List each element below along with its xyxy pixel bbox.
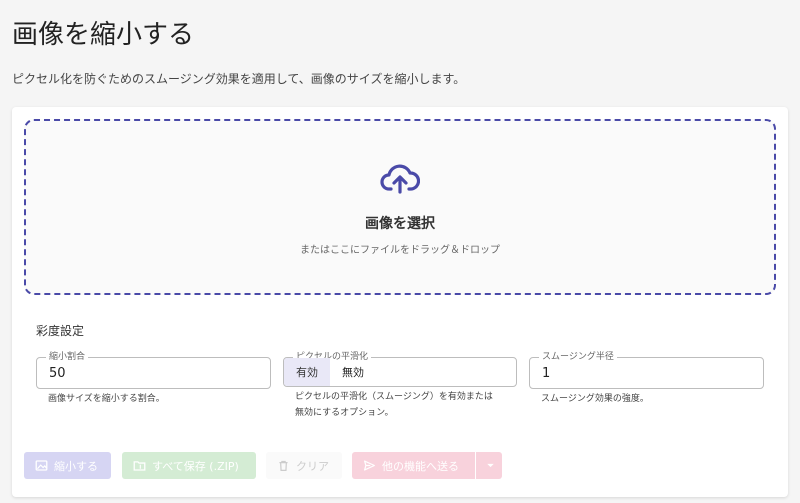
main-card: 画像を選択 またはここにファイルをドラッグ＆ドロップ 彩度設定 縮小割合 50 … bbox=[12, 107, 788, 497]
smoothing-helper: ピクセルの平滑化（スムージング）を有効または 無効にするオプション。 bbox=[295, 392, 493, 418]
save-all-zip-button[interactable]: すべて保存 (.ZIP) bbox=[122, 452, 256, 479]
send-icon bbox=[364, 460, 375, 471]
clear-button[interactable]: クリア bbox=[266, 452, 342, 479]
smoothing-field: ピクセルの平滑化 有効 無効 bbox=[283, 351, 517, 387]
image-icon bbox=[35, 460, 48, 471]
shrink-button-label: 縮小する bbox=[54, 459, 98, 473]
save-all-zip-label: すべて保存 (.ZIP) bbox=[152, 459, 239, 473]
folder-zip-icon bbox=[133, 461, 146, 471]
cloud-upload-icon bbox=[380, 164, 420, 194]
radius-input[interactable]: 1 bbox=[542, 366, 550, 381]
page-description: ピクセル化を防ぐためのスムージング効果を適用して、画像のサイズを縮小します。 bbox=[12, 72, 466, 86]
clear-button-label: クリア bbox=[296, 459, 329, 473]
trash-icon bbox=[279, 460, 288, 471]
send-to-tool-label: 他の機能へ送る bbox=[382, 459, 459, 473]
radius-field-label: スムージング半径 bbox=[539, 351, 617, 363]
radius-field[interactable]: スムージング半径 1 bbox=[529, 351, 764, 389]
file-dropzone[interactable]: 画像を選択 またはここにファイルをドラッグ＆ドロップ bbox=[24, 119, 776, 295]
page-title: 画像を縮小する bbox=[12, 20, 195, 50]
scale-input[interactable]: 50 bbox=[49, 366, 66, 381]
dropzone-subtitle: またはここにファイルをドラッグ＆ドロップ bbox=[300, 245, 500, 256]
radius-helper: スムージング効果の強度。 bbox=[541, 394, 649, 404]
smoothing-toggle-group: 有効 無効 bbox=[284, 358, 376, 386]
scale-field[interactable]: 縮小割合 50 bbox=[36, 351, 271, 389]
caret-down-icon bbox=[487, 463, 494, 468]
scale-helper: 画像サイズを縮小する割合。 bbox=[48, 394, 165, 404]
settings-section-title: 彩度設定 bbox=[36, 324, 85, 338]
send-to-tool-button[interactable]: 他の機能へ送る bbox=[352, 452, 475, 479]
smoothing-option-enabled[interactable]: 有効 bbox=[284, 358, 330, 386]
send-menu-toggle[interactable] bbox=[476, 452, 502, 479]
scale-field-label: 縮小割合 bbox=[46, 351, 89, 363]
smoothing-option-disabled[interactable]: 無効 bbox=[330, 358, 376, 386]
dropzone-title[interactable]: 画像を選択 bbox=[26, 213, 774, 233]
shrink-button[interactable]: 縮小する bbox=[24, 452, 111, 479]
